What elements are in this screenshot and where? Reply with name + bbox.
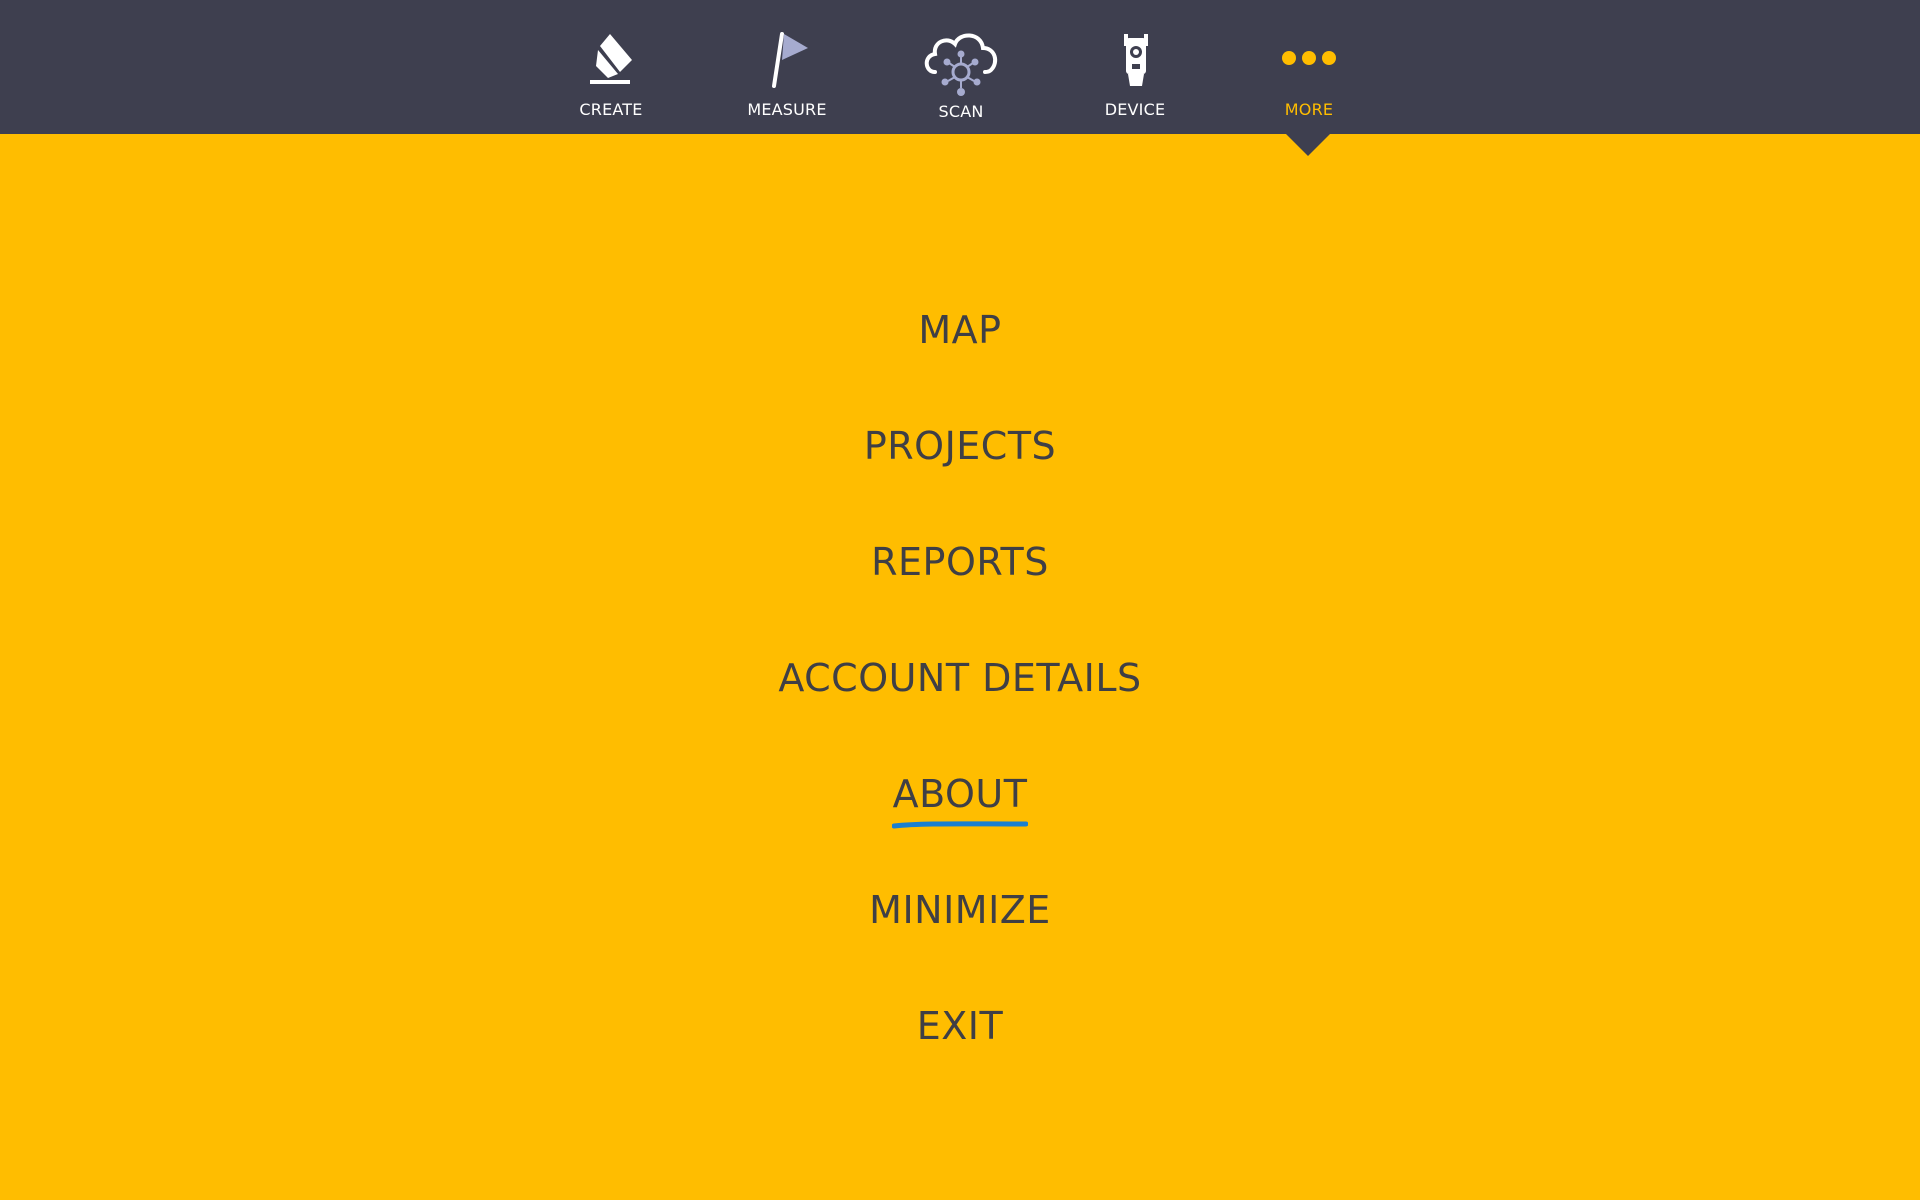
nav-device-label: DEVICE	[1104, 100, 1166, 119]
more-dots-icon	[1229, 26, 1389, 96]
menu-item-about[interactable]: ABOUT	[0, 768, 1920, 820]
about-underline-annotation	[892, 821, 1028, 829]
menu-item-map[interactable]: MAP	[0, 304, 1920, 356]
pencil-icon	[531, 26, 691, 96]
nav-scan[interactable]: SCAN	[881, 0, 1041, 134]
nav-scan-label: SCAN	[938, 102, 984, 121]
cloud-scan-icon	[881, 26, 1041, 96]
menu-item-reports[interactable]: REPORTS	[0, 536, 1920, 588]
nav-measure-label: MEASURE	[747, 100, 827, 119]
menu-item-minimize[interactable]: MINIMIZE	[0, 884, 1920, 936]
active-tab-pointer	[1286, 134, 1330, 156]
menu-item-projects[interactable]: PROJECTS	[0, 420, 1920, 472]
menu-item-account-details[interactable]: ACCOUNT DETAILS	[0, 652, 1920, 704]
device-icon	[1055, 26, 1215, 96]
menu-item-exit[interactable]: EXIT	[0, 1000, 1920, 1052]
nav-more-label: MORE	[1284, 100, 1334, 119]
nav-create-label: CREATE	[579, 100, 643, 119]
nav-measure[interactable]: MEASURE	[707, 0, 867, 134]
nav-device[interactable]: DEVICE	[1055, 0, 1215, 134]
nav-create[interactable]: CREATE	[531, 0, 691, 134]
main-nav: CREATE MEASURE SCAN DEVICE MORE	[0, 0, 1920, 134]
nav-more[interactable]: MORE	[1229, 0, 1389, 134]
flag-icon	[707, 26, 867, 96]
